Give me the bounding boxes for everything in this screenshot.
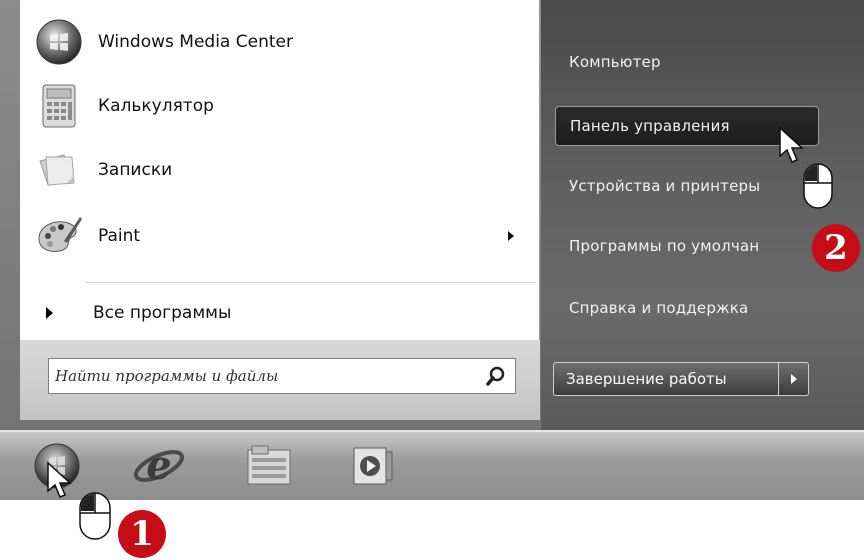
media-player-icon[interactable]: [344, 440, 402, 492]
all-programs-label: Все программы: [93, 303, 232, 323]
svg-text:e: e: [146, 442, 171, 489]
all-programs-button[interactable]: Все программы: [46, 296, 526, 330]
program-item-media-center[interactable]: Windows Media Center: [34, 14, 534, 70]
shutdown-button[interactable]: Завершение работы: [553, 362, 809, 396]
windows-media-center-icon: [34, 17, 84, 67]
link-computer[interactable]: Компьютер: [555, 42, 855, 82]
start-menu-window: Windows Media Center Калькулятор Записки…: [0, 0, 864, 500]
search-magnifier-icon[interactable]: [485, 365, 507, 387]
submenu-arrow-icon[interactable]: [508, 231, 514, 241]
separator: [86, 282, 536, 283]
sticky-notes-icon: [34, 145, 84, 195]
search-box[interactable]: [48, 358, 516, 394]
program-item-paint[interactable]: Paint: [34, 208, 534, 264]
file-explorer-icon[interactable]: [240, 440, 298, 492]
program-label: Windows Media Center: [98, 32, 293, 52]
step-badge-2: 2: [812, 224, 860, 272]
mouse-cursor-annotation-step2: [779, 126, 833, 209]
program-label: Калькулятор: [98, 96, 214, 116]
search-area: [20, 340, 540, 420]
program-item-calculator[interactable]: Калькулятор: [34, 78, 534, 134]
program-label: Paint: [98, 226, 141, 246]
shutdown-label: Завершение работы: [566, 370, 727, 388]
link-default-programs[interactable]: Программы по умолчан: [555, 226, 855, 266]
paint-palette-icon: [34, 211, 84, 261]
step-badge-1: 1: [118, 510, 166, 558]
link-help-support[interactable]: Справка и поддержка: [555, 288, 855, 328]
shutdown-options-arrow-icon[interactable]: [778, 363, 808, 395]
calculator-icon: [34, 81, 84, 131]
triangle-right-icon: [46, 307, 53, 319]
program-label: Записки: [98, 160, 173, 180]
search-input[interactable]: [55, 361, 455, 391]
program-item-sticky-notes[interactable]: Записки: [34, 142, 534, 198]
